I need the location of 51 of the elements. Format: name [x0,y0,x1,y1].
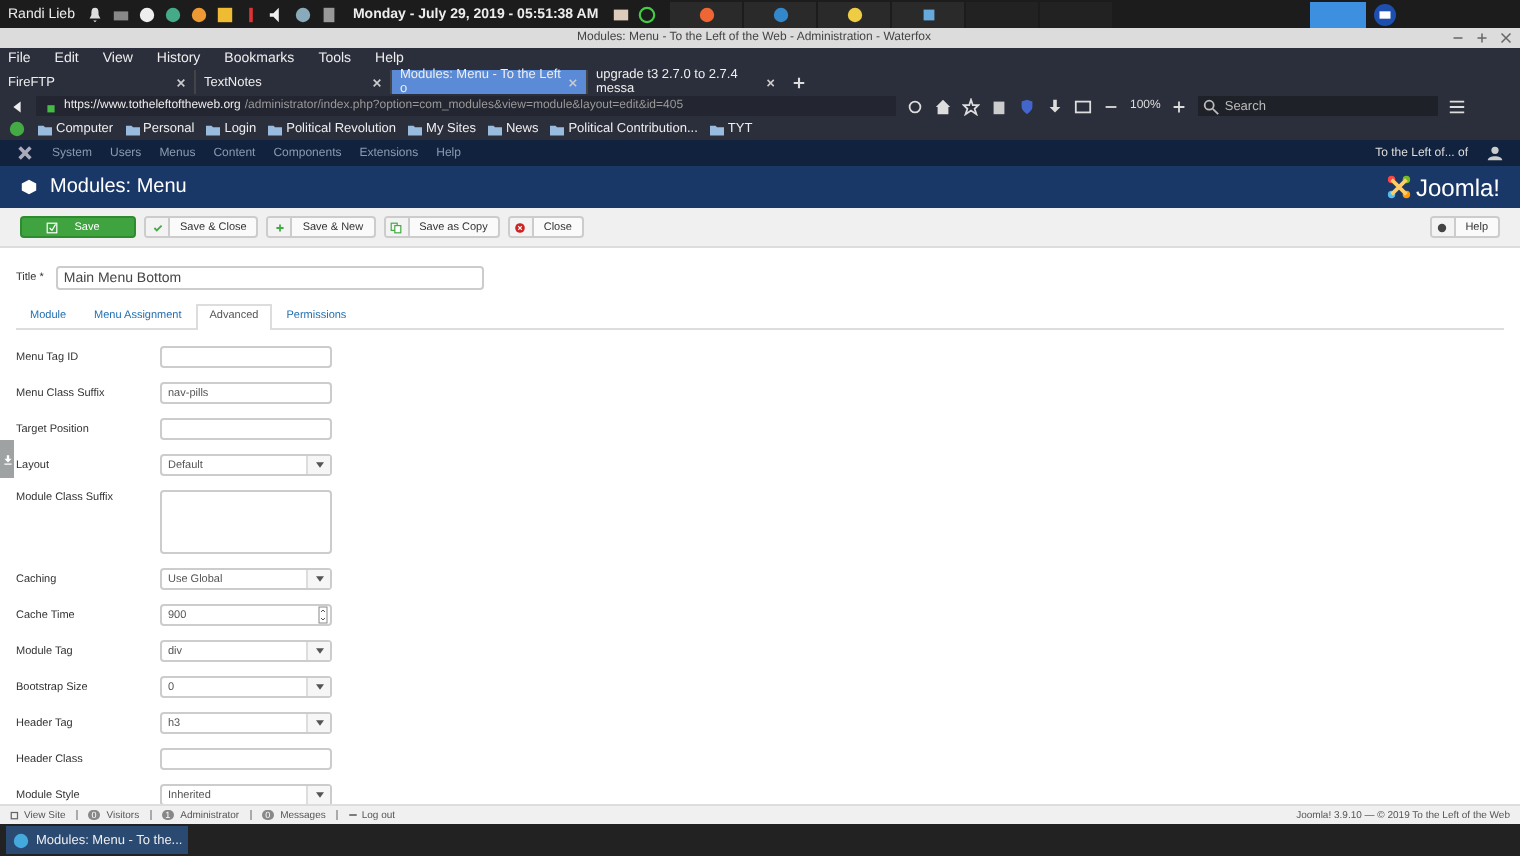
bell-icon[interactable] [86,5,105,23]
folder-icon [550,123,565,135]
app-launcher[interactable] [892,1,965,27]
copy-icon [390,221,403,233]
caret-icon [315,576,323,582]
joomla-logo: Joomla! [1385,173,1500,201]
caret-icon [315,648,323,654]
text-field[interactable] [160,748,332,770]
caret-icon [315,792,323,798]
home-icon[interactable] [934,97,952,115]
circle-icon[interactable] [845,5,864,23]
folder-icon [709,123,724,135]
sidebar-icon[interactable] [1074,97,1092,115]
window-icon[interactable] [919,5,938,23]
cube-icon [20,178,38,196]
app-launcher[interactable] [670,1,743,27]
checkbox-icon [46,221,59,233]
download-button[interactable] [0,440,14,478]
maximize-icon[interactable] [1476,32,1488,44]
user-icon[interactable] [1486,144,1504,162]
spinner-icon[interactable] [318,606,328,624]
folder-icon [487,123,502,135]
check-icon [151,221,163,233]
app-launcher[interactable] [818,1,891,27]
download-icon[interactable] [1046,97,1064,115]
caret-icon [315,720,323,726]
text-field[interactable] [160,418,332,440]
reload-icon[interactable] [906,97,924,115]
zoom-in-icon[interactable] [1170,97,1189,115]
note-icon[interactable] [216,5,235,23]
joomla-icon[interactable] [16,144,34,162]
minimize-icon[interactable] [1452,32,1464,44]
folder-icon [268,123,283,135]
close-icon[interactable] [1500,32,1512,44]
clipboard-icon[interactable] [990,97,1008,115]
folder-icon [125,123,140,135]
search-icon [1202,97,1221,115]
page-title: Modules: Menu [50,176,187,198]
workspace-button[interactable] [1310,1,1367,27]
ring-icon[interactable] [638,5,657,23]
folder-icon [408,123,423,135]
minus-icon [347,810,358,820]
caret-icon [315,462,323,468]
app-launcher[interactable] [744,1,817,27]
folder-icon [38,123,52,135]
folder-icon [206,123,221,135]
caret-icon [315,684,323,690]
text-field[interactable] [160,346,332,368]
close-icon [514,221,527,233]
new-tab-icon[interactable] [792,75,806,89]
menu-icon[interactable] [1448,97,1467,115]
